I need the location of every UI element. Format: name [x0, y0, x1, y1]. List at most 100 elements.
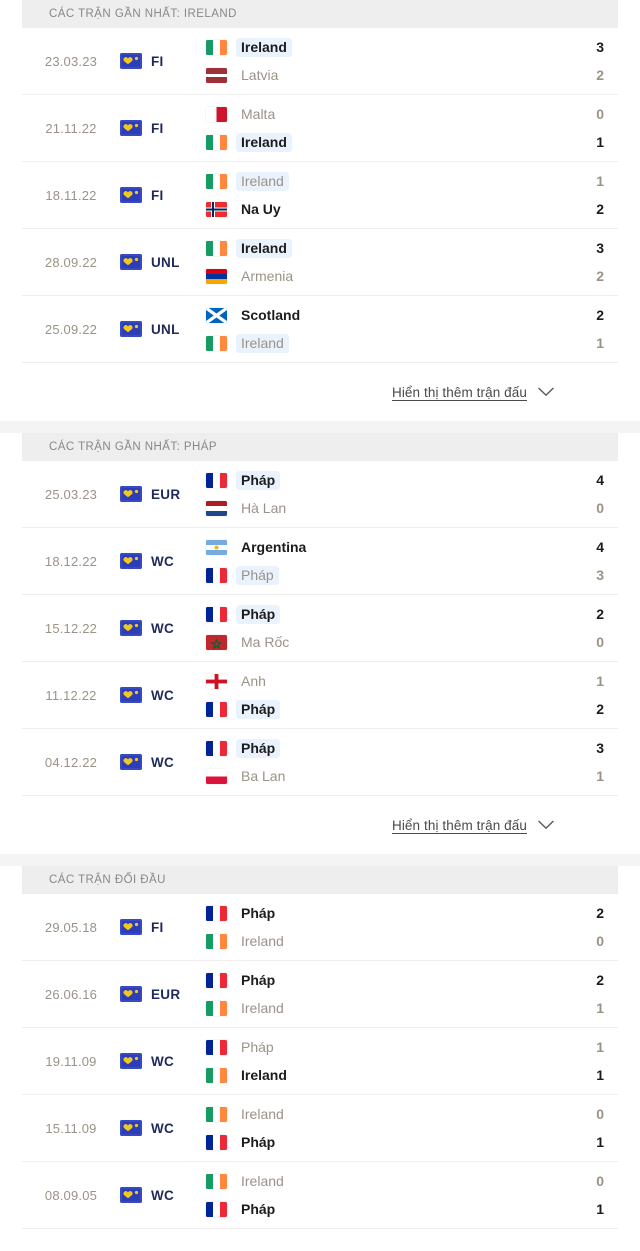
flag-icon-france — [206, 567, 227, 583]
competition-badge-icon — [120, 1120, 142, 1136]
table-row[interactable]: 29.05.18 FI Pháp Ireland 2 0 — [22, 894, 618, 961]
home-score: 2 — [596, 971, 604, 988]
match-date: 28.09.22 — [44, 254, 98, 270]
scores-cell: 0 1 — [542, 105, 618, 152]
teams-cell: Ireland Na Uy — [206, 171, 542, 219]
table-row[interactable]: 15.12.22 WC Pháp Ma Rốc 2 0 — [22, 595, 618, 662]
table-row[interactable]: 15.11.09 WC Ireland Pháp 0 1 — [22, 1095, 618, 1162]
match-date: 18.11.22 — [45, 187, 97, 203]
teams-cell: Ireland Latvia — [206, 37, 542, 85]
competition-label: EUR — [151, 986, 181, 1002]
team-name: Anh — [241, 672, 266, 689]
match-date: 25.03.23 — [44, 486, 98, 502]
match-date: 18.12.22 — [44, 553, 98, 569]
team-name: Malta — [241, 105, 276, 122]
table-row[interactable]: 25.09.22 UNL Scotland Ireland 2 1 — [22, 296, 618, 363]
competition-cell: WC — [120, 1120, 206, 1136]
team-name: Pháp — [236, 470, 281, 490]
table-row[interactable]: 26.06.16 EUR Pháp Ireland 2 1 — [22, 961, 618, 1028]
table-row[interactable]: 18.12.22 WC Argentina Pháp 4 3 — [22, 528, 618, 595]
table-row[interactable]: 19.11.09 WC Pháp Ireland 1 1 — [22, 1028, 618, 1095]
flag-icon-ireland — [206, 39, 227, 55]
team-name: Scotland — [241, 306, 301, 323]
away-score: 1 — [596, 334, 604, 351]
scores-cell: 2 0 — [542, 904, 618, 951]
team-name: Ireland — [241, 1066, 287, 1083]
match-list: 29.05.18 FI Pháp Ireland 2 0 26.06.16 EU… — [0, 894, 640, 1229]
competition-cell: WC — [120, 620, 206, 636]
team-name: Na Uy — [241, 200, 281, 217]
table-row[interactable]: 28.09.22 UNL Ireland Armenia 3 2 — [22, 229, 618, 296]
flag-icon-ireland — [206, 1106, 227, 1122]
team-name: Pháp — [241, 1200, 276, 1217]
flag-icon-france — [206, 1039, 227, 1055]
table-row[interactable]: 11.12.22 WC Anh Pháp 1 2 — [22, 662, 618, 729]
scores-cell: 1 2 — [542, 172, 618, 219]
team-name: Hà Lan — [241, 499, 287, 516]
flag-icon-france — [206, 606, 227, 622]
teams-cell: Malta Ireland — [206, 105, 542, 152]
team-line: Ma Rốc — [206, 633, 542, 652]
flag-icon-ireland — [206, 1000, 227, 1016]
show-more-matches-button[interactable]: Hiển thị thêm trận đấu — [392, 818, 554, 833]
match-date: 21.11.22 — [45, 120, 97, 136]
scores-cell: 2 1 — [542, 306, 618, 353]
table-row[interactable]: 18.11.22 FI Ireland Na Uy 1 2 — [22, 162, 618, 229]
competition-label: WC — [151, 754, 175, 770]
competition-cell: FI — [120, 919, 206, 935]
team-line: Pháp — [206, 738, 542, 758]
scores-cell: 2 1 — [542, 971, 618, 1018]
table-row[interactable]: 08.09.05 WC Ireland Pháp 0 1 — [22, 1162, 618, 1229]
section-recent-ireland: CÁC TRẬN GẦN NHẤT: IRELAND 23.03.23 FI I… — [0, 0, 640, 421]
home-score: 0 — [596, 1105, 604, 1122]
team-name: Pháp — [236, 604, 281, 624]
match-date: 15.12.22 — [44, 620, 98, 636]
team-name: Ireland — [236, 238, 292, 258]
competition-label: WC — [151, 687, 175, 703]
section-divider — [0, 854, 640, 866]
competition-badge-icon — [120, 687, 142, 703]
team-line: Ireland — [206, 1066, 542, 1085]
teams-cell: Scotland Ireland — [206, 306, 542, 353]
team-name: Ireland — [236, 333, 289, 353]
table-row[interactable]: 21.11.22 FI Malta Ireland 0 1 — [22, 95, 618, 162]
team-name: Ireland — [236, 171, 289, 191]
competition-label: UNL — [151, 254, 180, 270]
show-more-wrap: Hiển thị thêm trận đấu — [0, 363, 640, 421]
team-name: Pháp — [236, 738, 281, 758]
away-score: 1 — [596, 133, 604, 150]
team-line: Ireland — [206, 171, 542, 191]
team-line: Ireland — [206, 132, 542, 152]
competition-cell: WC — [120, 553, 206, 569]
section-title: CÁC TRẬN GẦN NHẤT: PHÁP — [49, 441, 217, 453]
flag-icon-morocco — [206, 634, 227, 650]
flag-icon-poland — [206, 768, 227, 784]
home-score: 0 — [596, 1172, 604, 1189]
team-name: Ireland — [241, 932, 284, 949]
team-name: Pháp — [241, 971, 276, 988]
table-row[interactable]: 23.03.23 FI Ireland Latvia 3 2 — [22, 28, 618, 95]
team-line: Ireland — [206, 932, 542, 951]
section-header: CÁC TRẬN GẦN NHẤT: PHÁP — [0, 433, 640, 461]
away-score: 1 — [596, 1066, 604, 1083]
team-line: Ireland — [206, 1172, 542, 1191]
competition-label: FI — [151, 919, 164, 935]
away-score: 1 — [596, 1200, 604, 1217]
match-date: 08.09.05 — [44, 1187, 98, 1203]
teams-cell: Pháp Hà Lan — [206, 470, 542, 518]
scores-cell: 3 2 — [542, 239, 618, 286]
section-header: CÁC TRẬN ĐỐI ĐẦU — [0, 866, 640, 894]
show-more-matches-button[interactable]: Hiển thị thêm trận đấu — [392, 385, 554, 400]
table-row[interactable]: 04.12.22 WC Pháp Ba Lan 3 1 — [22, 729, 618, 796]
home-score: 1 — [596, 1038, 604, 1055]
away-score: 0 — [596, 633, 604, 650]
flag-icon-france — [206, 740, 227, 756]
chevron-down-icon — [538, 387, 554, 397]
team-line: Armenia — [206, 267, 542, 286]
section-divider — [0, 421, 640, 433]
home-score: 1 — [596, 672, 604, 689]
show-more-label: Hiển thị thêm trận đấu — [391, 817, 527, 833]
team-line: Latvia — [206, 66, 542, 85]
table-row[interactable]: 25.03.23 EUR Pháp Hà Lan 4 0 — [22, 461, 618, 528]
team-line: Pháp — [206, 1200, 542, 1219]
